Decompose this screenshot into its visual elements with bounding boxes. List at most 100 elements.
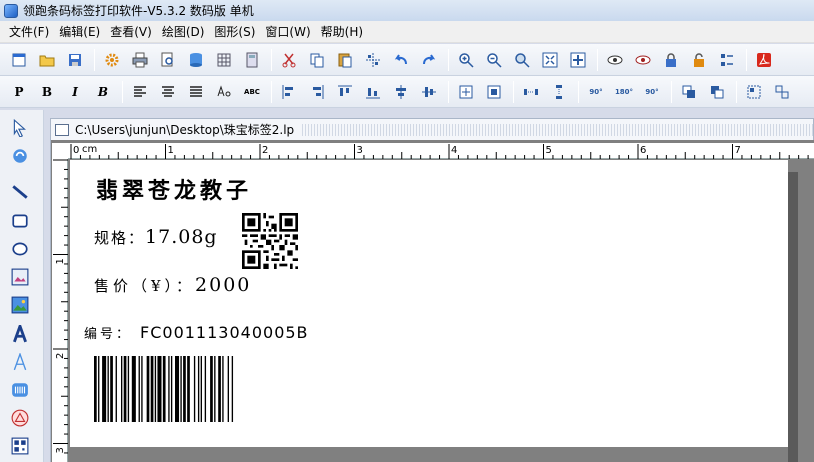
rotate-270-button[interactable]: 90° [641,81,663,103]
label-price-text[interactable]: 售价（¥）：2000 [94,274,251,296]
zoom-in-icon[interactable] [455,49,477,71]
bold-italic-button[interactable]: B [92,81,114,103]
outline-text-tool-icon[interactable] [8,350,32,374]
new-file-icon[interactable] [8,49,30,71]
actual-size-icon[interactable] [567,49,589,71]
print-preview-icon[interactable] [157,49,179,71]
label-title-text[interactable]: 翡翠苍龙教子 [96,173,252,205]
menu-view[interactable]: 查看(V) [105,22,157,42]
text-tool-icon[interactable] [8,322,32,346]
rotate-180-button[interactable]: 180° [613,81,635,103]
barcode-bar [121,356,123,422]
label-code-text[interactable]: 编号： FC001113040005B [84,323,309,342]
center-horizontal-icon[interactable] [390,81,412,103]
undo-icon[interactable] [390,49,412,71]
barcode-tool-icon[interactable] [8,378,32,402]
ruler-left-label: 1 [55,258,66,264]
menu-window[interactable]: 窗口(W) [260,22,315,42]
price-value: 2000 [195,274,252,296]
barcode-bar [141,356,143,422]
barcode-bar [218,356,221,422]
bring-front-icon[interactable] [678,81,700,103]
redo-icon[interactable] [418,49,440,71]
ungroup-icon[interactable] [771,81,793,103]
copy-icon[interactable] [306,49,328,71]
text-abc-button[interactable]: ABC [241,81,263,103]
shape-tool-icon[interactable] [8,406,32,430]
menu-file[interactable]: 文件(F) [4,22,54,42]
image-tool-icon[interactable] [8,265,32,289]
menu-edit[interactable]: 编辑(E) [54,22,105,42]
paste-icon[interactable] [334,49,356,71]
grid-icon[interactable] [213,49,235,71]
toolbar-separator [271,48,272,71]
menu-help[interactable]: 帮助(H) [316,22,368,42]
barcode-bar [115,356,117,422]
align-objects-right-icon[interactable] [306,81,328,103]
pdf-icon[interactable] [753,49,775,71]
save-icon[interactable] [64,49,86,71]
group-icon[interactable] [743,81,765,103]
zoom-icon[interactable] [511,49,533,71]
align-distribute-icon[interactable] [362,49,384,71]
barcode-bar [94,356,97,422]
qrcode-tool-icon[interactable] [8,434,32,458]
unlock-icon[interactable] [688,49,710,71]
hide-eye-icon[interactable] [632,49,654,71]
distribute-vertical-icon[interactable] [548,81,570,103]
qr-code[interactable] [242,213,298,269]
same-width-icon[interactable] [455,81,477,103]
center-vertical-icon[interactable] [418,81,440,103]
ruler-top-label: 3 [357,145,363,156]
ruler-left: 1 2 3 [52,159,68,462]
barcode-bar [210,356,213,422]
toolbar-separator [448,48,449,71]
barcode[interactable] [94,356,278,422]
barcode-bar [102,356,107,422]
ruler-top: 1 2 3 4 5 6 7 0 cm [68,143,814,159]
align-objects-top-icon[interactable] [334,81,356,103]
menu-shape[interactable]: 图形(S) [209,22,260,42]
bold-button[interactable]: B [36,81,58,103]
list-icon[interactable] [716,49,738,71]
tab-title-stripes [302,123,813,136]
rotate-tool-icon[interactable] [8,144,32,168]
picture-tool-icon[interactable] [8,293,32,317]
settings-gear-icon[interactable] [101,49,123,71]
open-folder-icon[interactable] [36,49,58,71]
database-icon[interactable] [185,49,207,71]
italic-button[interactable]: I [64,81,86,103]
menu-draw[interactable]: 绘图(D) [157,22,210,42]
show-eye-icon[interactable] [604,49,626,71]
tool-palette [0,110,44,462]
align-objects-left-icon[interactable] [278,81,300,103]
align-left-icon[interactable] [129,81,151,103]
line-tool-icon[interactable] [8,180,32,204]
ellipse-tool-icon[interactable] [8,237,32,261]
align-objects-bottom-icon[interactable] [362,81,384,103]
zoom-out-icon[interactable] [483,49,505,71]
calculator-icon[interactable] [241,49,263,71]
toolbar-separator [736,80,737,103]
rotate-90-button[interactable]: 90° [585,81,607,103]
label-spec-text[interactable]: 规格：17.08g [94,226,218,248]
rectangle-tool-icon[interactable] [8,209,32,233]
print-icon[interactable] [129,49,151,71]
same-height-icon[interactable] [483,81,505,103]
align-justify-icon[interactable] [185,81,207,103]
barcode-bar [98,356,100,422]
select-pointer-icon[interactable] [8,116,32,140]
send-back-icon[interactable] [706,81,728,103]
align-center-icon[interactable] [157,81,179,103]
char-spacing-icon[interactable] [213,81,235,103]
barcode-bar [146,356,150,422]
distribute-horizontal-icon[interactable] [520,81,542,103]
cut-icon[interactable] [278,49,300,71]
fit-page-icon[interactable] [539,49,561,71]
lock-icon[interactable] [660,49,682,71]
barcode-bar [193,356,196,422]
document-tab[interactable]: C:\Users\junjun\Desktop\珠宝标签2.lp [50,118,814,140]
toolbar-separator [746,48,747,71]
paragraph-button[interactable]: P [8,81,30,103]
barcode-bar [123,356,127,422]
